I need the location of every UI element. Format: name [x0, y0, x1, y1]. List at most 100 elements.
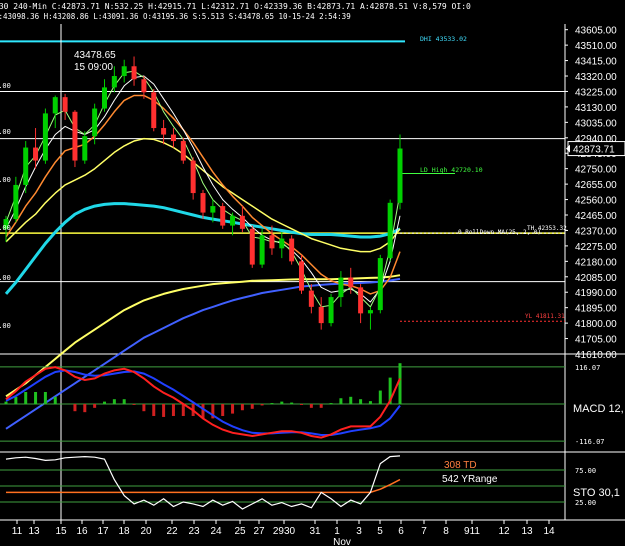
time-tick-label: 6 [398, 526, 404, 537]
price-bar-body [42, 113, 48, 161]
price-bar-body [367, 310, 373, 314]
ld-high-label: LD High 42720.10 [420, 166, 483, 174]
price-tick-label: 42750.00 [575, 165, 617, 176]
price-tick-label: 41705.00 [575, 335, 617, 346]
price-tick-label: 41895.00 [575, 304, 617, 315]
candle-bars [3, 56, 403, 330]
price-tick-label: 42560.00 [575, 196, 617, 207]
macd-label: MACD 12, [573, 403, 624, 415]
price-tick-label: 43225.00 [575, 87, 617, 98]
dhi-label: DHI 43533.02 [420, 35, 467, 43]
time-tick-label: 18 [118, 526, 130, 537]
price-tick-label: 41800.00 [575, 319, 617, 330]
time-tick-label: 13 [28, 526, 40, 537]
time-tick-label: 911 [464, 526, 480, 537]
price-bar-body [230, 215, 236, 226]
time-tick-label: 22 [166, 526, 178, 537]
price-bar-body [289, 238, 295, 262]
sto-upper-level: 75.00 [575, 467, 596, 475]
left-partial-label: 0.00 [0, 224, 11, 232]
price-bar-body [259, 235, 265, 265]
price-bar-body [52, 97, 58, 114]
time-tick-label: 25 [234, 526, 246, 537]
price-tick-label: 43510.00 [575, 41, 617, 52]
header-line: 530 240-Min C:42873.71 N:532.25 H:42915.… [0, 2, 471, 11]
price-tick-label: 43605.00 [575, 26, 617, 37]
price-bar-body [13, 184, 19, 220]
macd-panel: 116.07 -116.07 [0, 363, 625, 453]
price-bar-body [151, 92, 157, 129]
td-label: 308 TD [444, 460, 477, 471]
time-tick-label: 27 [253, 526, 265, 537]
time-tick-label: 5 [377, 526, 383, 537]
price-bar-body [269, 235, 275, 249]
price-bar-body [200, 193, 206, 213]
time-tick-label: 11 [12, 526, 23, 537]
macd-upper-level: 116.07 [575, 364, 600, 372]
time-tick-label: 12 [498, 526, 510, 537]
price-axis[interactable]: 43605.00 43510.00 43415.00 43320.00 43225.00… [0, 26, 625, 361]
price-bar-body [358, 287, 364, 314]
month-label: Nov [333, 537, 351, 546]
sto-lower-level: 25.00 [575, 499, 596, 507]
price-bar-body [121, 66, 127, 77]
moving-averages [4, 70, 401, 430]
time-tick-label: 2930 [273, 526, 296, 537]
price-bar-body [387, 202, 393, 259]
macd-lower-level: -116.07 [575, 438, 605, 446]
time-tick-label: 24 [210, 526, 222, 537]
price-bar-body [92, 108, 98, 137]
time-tick-label: 14 [543, 526, 555, 537]
high-value-label: 43478.65 [74, 50, 116, 61]
price-bar-body [23, 147, 29, 185]
price-bar-body [397, 148, 403, 203]
time-tick-label: 17 [97, 526, 109, 537]
price-bar-body [62, 97, 68, 112]
price-bar-body [308, 290, 314, 307]
time-tick-label: 8 [443, 526, 449, 537]
th-label: TH 42353.32 [527, 225, 567, 232]
stochastic-panel: 75.00 25.00 [0, 455, 625, 521]
high-time-label: 15 09:00 [74, 62, 113, 73]
time-tick-label: 15 [55, 526, 67, 537]
left-partial-label: 0.00 [0, 176, 11, 184]
stochastic-line [5, 455, 401, 510]
price-bar-body [131, 66, 137, 80]
price-bar-body [299, 261, 304, 291]
price-bar-body [170, 134, 176, 142]
time-tick-label: 23 [188, 526, 200, 537]
price-bar-body [72, 111, 78, 161]
price-bar-body [102, 87, 107, 109]
yrange-label: 542 YRange [442, 474, 498, 485]
price-bar-body [33, 147, 39, 161]
grid [0, 24, 625, 520]
time-tick-label: 20 [140, 526, 152, 537]
price-bar-body [141, 79, 147, 93]
price-levels [0, 24, 565, 520]
last-price-label: 42873.71 [573, 145, 615, 156]
time-axis[interactable]: 11 13 15 16 17 18 20 22 23 24 25 27 2930 31 1 3 5 6 7 8 911 1… [12, 520, 555, 546]
price-bar-body [239, 215, 245, 229]
price-bar-body [348, 277, 354, 288]
time-tick-label: 7 [421, 526, 427, 537]
chart-canvas: 530 240-Min C:42873.71 N:532.25 H:42915.… [0, 2, 625, 546]
time-tick-label: 3 [356, 526, 362, 537]
price-bar-body [180, 141, 186, 161]
left-partial-label: 0.00 [0, 274, 11, 282]
price-tick-label: 41610.00 [575, 350, 617, 361]
price-bar-body [377, 258, 383, 311]
price-tick-label: 41990.00 [575, 288, 617, 299]
price-bar-body [318, 306, 324, 324]
price-bar-body [210, 206, 216, 213]
price-tick-label: 43415.00 [575, 57, 617, 68]
price-bar-body [279, 238, 285, 249]
price-tick-label: 42655.00 [575, 180, 617, 191]
price-bar-body [82, 136, 88, 161]
header-line-2: C:43098.36 H:43208.86 L:43091.36 O:43195… [0, 12, 351, 21]
price-bar-body [249, 228, 255, 265]
price-bar-body [220, 206, 226, 226]
price-bar-body [328, 297, 334, 324]
left-partial-label: 0.00 [0, 128, 11, 136]
time-tick-label: 1 [334, 526, 340, 537]
price-tick-label: 43130.00 [575, 103, 617, 114]
